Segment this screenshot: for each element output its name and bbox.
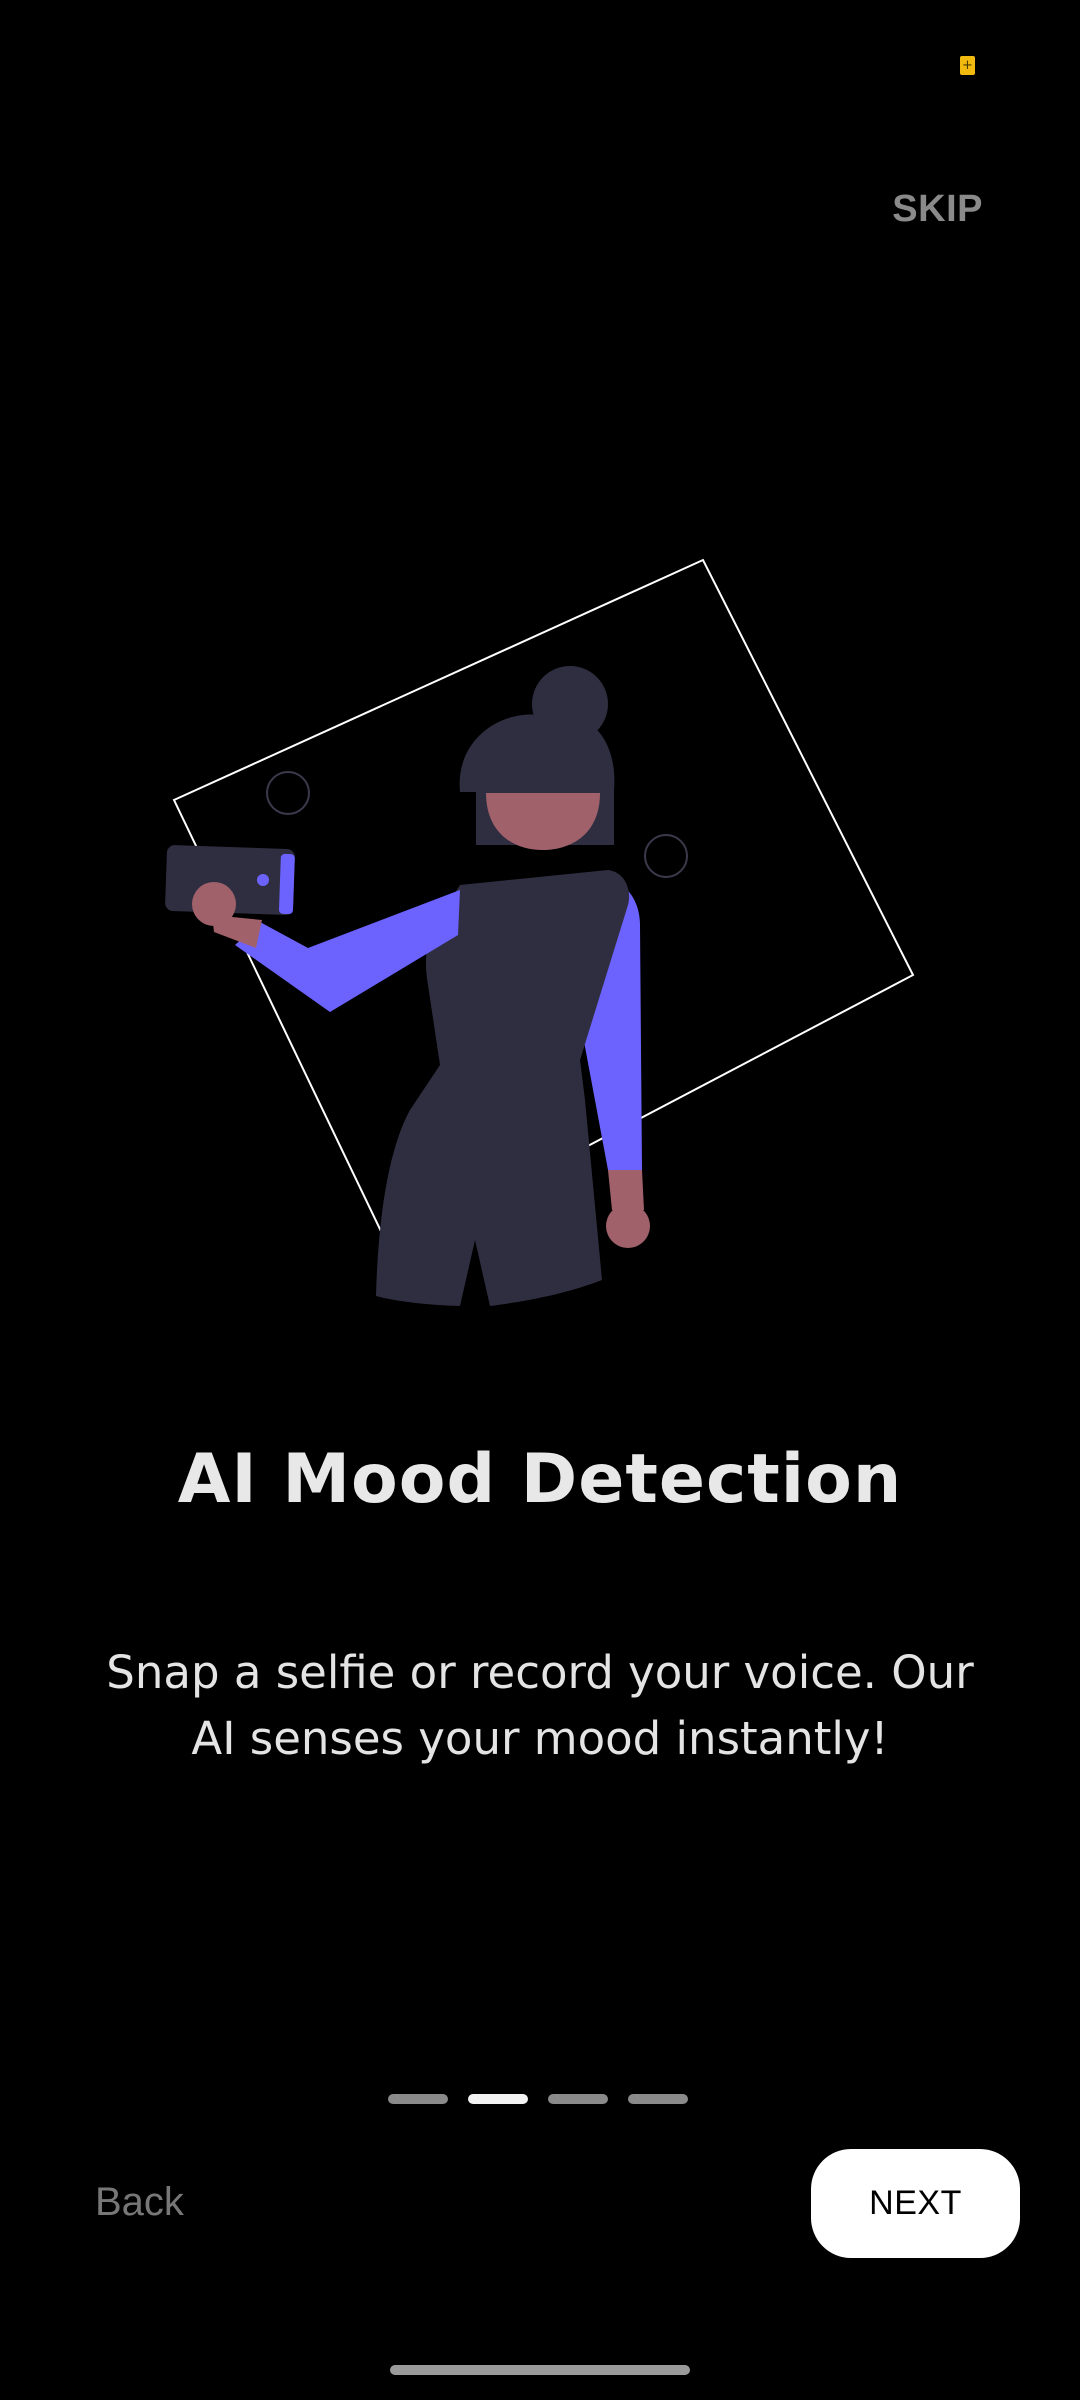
- left-hand: [192, 882, 236, 926]
- next-button[interactable]: NEXT: [811, 2149, 1020, 2258]
- decor-circle-right: [644, 834, 688, 878]
- page-description: Snap a selfie or record your voice. Our …: [106, 1646, 974, 1765]
- phone-camera: [257, 874, 269, 886]
- page-title: AI Mood Detection: [177, 1440, 903, 1519]
- page-dot-4: [628, 2094, 688, 2104]
- page-dot-2-active: [468, 2094, 528, 2104]
- page-dot-3: [548, 2094, 608, 2104]
- battery-saver-icon: +: [960, 56, 975, 75]
- right-hand: [606, 1204, 650, 1248]
- page-dot-1: [388, 2094, 448, 2104]
- woman-selfie-illustration: [165, 558, 915, 1306]
- decor-circle-left: [266, 771, 310, 815]
- pagination-indicator: [388, 2094, 688, 2104]
- home-indicator[interactable]: [390, 2365, 690, 2375]
- onboarding-illustration: [0, 540, 1080, 1340]
- skip-button[interactable]: SKIP: [892, 188, 983, 231]
- phone-edge: [278, 853, 295, 915]
- back-button[interactable]: Back: [95, 2180, 184, 2225]
- right-wrist: [608, 1170, 644, 1210]
